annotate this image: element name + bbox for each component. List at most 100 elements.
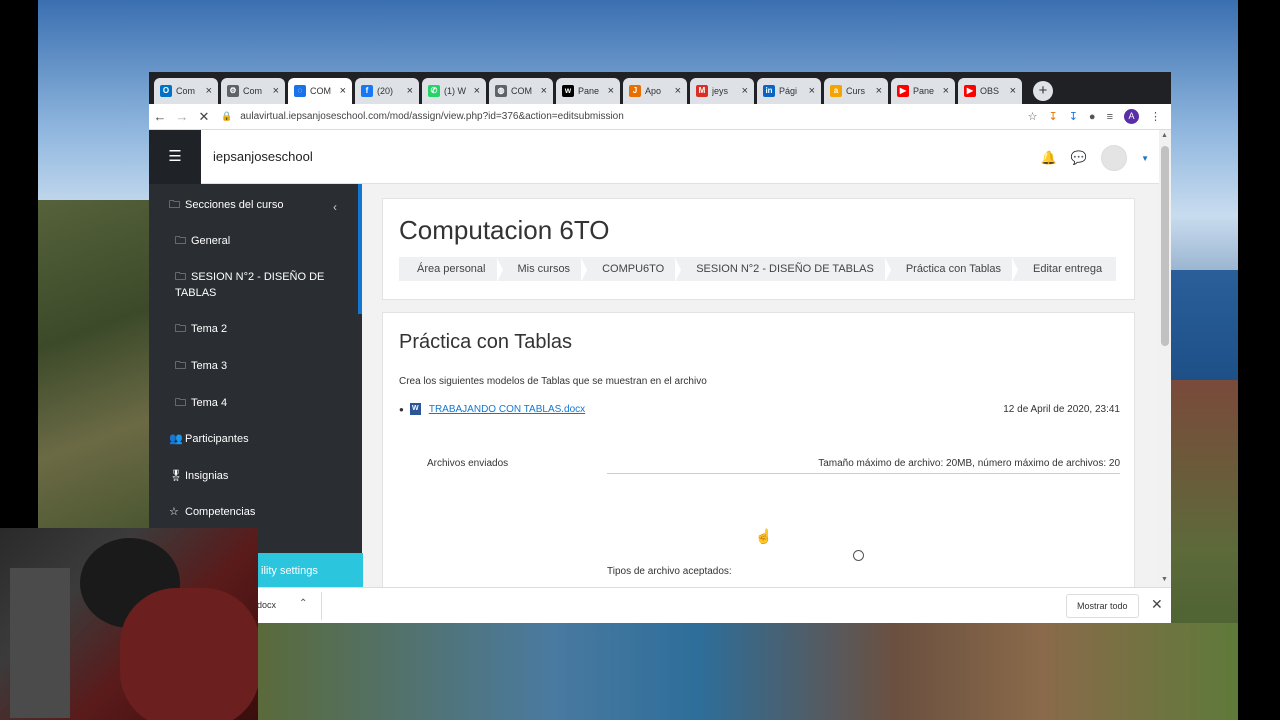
browser-tab[interactable]: ▶ OBS ×: [958, 78, 1022, 104]
browser-tab[interactable]: ◌ COM ×: [288, 78, 352, 104]
drawer-item-tema2[interactable]: 🗀 Tema 2: [175, 321, 227, 337]
divider: [321, 592, 322, 620]
tab-label: COM: [511, 86, 532, 96]
browser-tab[interactable]: O Com ×: [154, 78, 218, 104]
breadcrumb-item[interactable]: Práctica con Tablas: [888, 258, 1019, 282]
collapse-chevron-left-icon[interactable]: ‹: [333, 200, 337, 214]
browser-tab[interactable]: ⚙ Com ×: [221, 78, 285, 104]
scroll-up-arrow-icon[interactable]: ▲: [1161, 132, 1168, 139]
breadcrumb-item[interactable]: SESION N°2 - DISEÑO DE TABLAS: [678, 258, 891, 282]
star-bookmark-icon[interactable]: ☆: [1028, 110, 1038, 123]
browser-tab[interactable]: in Pági ×: [757, 78, 821, 104]
browser-tab[interactable]: ▶ Pane ×: [891, 78, 955, 104]
folder-icon: 🗀: [175, 360, 186, 372]
tab-close-icon[interactable]: ×: [340, 85, 346, 97]
tab-close-icon[interactable]: ×: [608, 85, 614, 97]
assignment-title: Práctica con Tablas: [399, 331, 573, 353]
user-avatar[interactable]: [1101, 145, 1128, 171]
tab-close-icon[interactable]: ×: [474, 85, 480, 97]
notifications-bell-icon[interactable]: 🔔: [1041, 150, 1057, 166]
scrollbar-thumb[interactable]: [1161, 146, 1169, 346]
webcam-person-body: [120, 588, 258, 720]
breadcrumb-item[interactable]: COMPU6TO: [584, 258, 682, 282]
breadcrumb-item[interactable]: Área personal: [399, 258, 502, 282]
attachment-row: ● W TRABAJANDO CON TABLAS.docx 12 de Apr…: [399, 403, 1120, 415]
profile-avatar[interactable]: A: [1124, 109, 1139, 124]
ac-icon: a: [830, 85, 842, 97]
drawer-item-secciones[interactable]: 🗀 Secciones del curso: [169, 197, 283, 213]
close-download-shelf-icon[interactable]: ✕: [1151, 596, 1163, 613]
download-file-name[interactable]: docx: [257, 600, 276, 610]
menu-dots-icon[interactable]: ⋮: [1150, 110, 1161, 123]
tab-close-icon[interactable]: ×: [273, 85, 279, 97]
download-icon[interactable]: ↧: [1069, 110, 1078, 123]
users-icon: 👥: [169, 433, 183, 445]
attachment-link[interactable]: TRABAJANDO CON TABLAS.docx: [429, 404, 1003, 415]
tab-close-icon[interactable]: ×: [407, 85, 413, 97]
drawer-item-label: SESION N°2 - DISEÑO DE: [191, 271, 325, 283]
drawer-item-participantes[interactable]: 👥 Participantes: [169, 431, 249, 447]
tab-label: COM: [310, 86, 331, 96]
landscape-coast-bottom: [258, 623, 1238, 720]
star-icon: ☆: [169, 506, 179, 518]
tab-close-icon[interactable]: ×: [809, 85, 815, 97]
linkedin-icon: in: [763, 85, 775, 97]
drawer-item-competencias[interactable]: ☆ Competencias: [169, 504, 255, 520]
download-options-caret-icon[interactable]: ⌃: [299, 598, 307, 609]
tab-close-icon[interactable]: ×: [541, 85, 547, 97]
drawer-item-tema3[interactable]: 🗀 Tema 3: [175, 358, 227, 374]
tab-close-icon[interactable]: ×: [675, 85, 681, 97]
tab-close-icon[interactable]: ×: [742, 85, 748, 97]
site-name[interactable]: iepsanjoseschool: [213, 149, 313, 164]
drawer-item-insignias[interactable]: 🎖 Insignias: [169, 468, 228, 484]
drawer-item-label: Insignias: [185, 470, 229, 482]
tab-close-icon[interactable]: ×: [876, 85, 882, 97]
drawer-item-label: General: [191, 235, 231, 247]
extension-icon[interactable]: ●: [1089, 111, 1096, 123]
loading-icon: ◌: [294, 85, 306, 97]
drawer-item-general[interactable]: 🗀 General: [175, 233, 230, 249]
breadcrumb-item[interactable]: Editar entrega: [1015, 263, 1116, 275]
back-button[interactable]: ←: [149, 109, 171, 124]
reading-list-icon[interactable]: ≡: [1107, 111, 1113, 123]
browser-tab[interactable]: ◍ COM ×: [489, 78, 553, 104]
tab-close-icon[interactable]: ×: [206, 85, 212, 97]
browser-tab[interactable]: J Apo ×: [623, 78, 687, 104]
url-field[interactable]: 🔒 aulavirtual.iepsanjoseschool.com/mod/as…: [221, 111, 1028, 122]
accepted-types-label: Tipos de archivo aceptados:: [607, 566, 732, 577]
download-icon[interactable]: ↧: [1048, 110, 1057, 123]
hamburger-menu-icon[interactable]: ☰: [149, 130, 201, 184]
drawer-item-sesion2[interactable]: 🗀 SESION N°2 - DISEÑO DE TABLAS: [175, 269, 345, 301]
tab-close-icon[interactable]: ×: [943, 85, 949, 97]
landscape-rocks-left: [38, 200, 153, 530]
browser-tab[interactable]: a Curs ×: [824, 78, 888, 104]
tab-label: Pági: [779, 86, 798, 96]
page-scrollbar[interactable]: ▲ ▼: [1159, 130, 1171, 587]
forward-button[interactable]: →: [171, 109, 193, 124]
browser-tab[interactable]: ✆ (1) W ×: [422, 78, 486, 104]
tab-label: Pane: [578, 86, 600, 96]
word-document-icon: W: [409, 403, 421, 415]
tab-close-icon[interactable]: ×: [1010, 85, 1016, 97]
accessibility-settings-button[interactable]: ility settings: [257, 553, 363, 587]
browser-tab[interactable]: w Pane ×: [556, 78, 620, 104]
stop-loading-button[interactable]: ✕: [193, 109, 215, 125]
tab-label: (20): [377, 86, 394, 96]
user-menu-caret-icon[interactable]: ▼: [1141, 154, 1149, 163]
scroll-down-arrow-icon[interactable]: ▼: [1161, 576, 1168, 583]
browser-tab[interactable]: f (20) ×: [355, 78, 419, 104]
moodle-page: ☰ iepsanjoseschool 🔔 💬 ▼ 🗀 Secciones del …: [149, 130, 1171, 587]
folder-icon: 🗀: [169, 199, 180, 211]
show-all-downloads-button[interactable]: Mostrar todo: [1066, 594, 1139, 618]
new-tab-button[interactable]: +: [1033, 81, 1053, 101]
browser-tab[interactable]: Mjeys ×: [690, 78, 754, 104]
breadcrumb-item[interactable]: Mis cursos: [500, 258, 587, 282]
drawer-item-label: Tema 3: [191, 360, 228, 372]
drawer-item-label: Tema 4: [191, 397, 228, 409]
settings-icon: ⚙: [227, 85, 239, 97]
messages-chat-icon[interactable]: 💬: [1071, 150, 1087, 166]
badge-icon: 🎖: [169, 470, 183, 482]
drawer-item-tema4[interactable]: 🗀 Tema 4: [175, 395, 227, 411]
wix-icon: w: [562, 85, 574, 97]
tab-label: Com: [243, 86, 263, 96]
